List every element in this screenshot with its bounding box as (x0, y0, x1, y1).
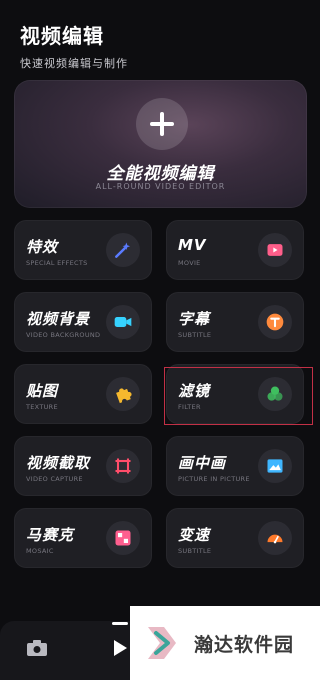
tile-speed[interactable]: 变速 SUBTITLE (166, 508, 304, 568)
magic-wand-icon (106, 233, 140, 267)
mosaic-icon (106, 521, 140, 555)
tile-label: 画中画 (178, 454, 227, 472)
tile-label: 特效 (26, 238, 59, 256)
tile-sublabel: VIDEO CAPTURE (26, 475, 83, 483)
tile-mosaic[interactable]: 马赛克 MOSAIC (14, 508, 152, 568)
tile-label: 变速 (178, 526, 211, 544)
crop-icon (106, 449, 140, 483)
tile-sublabel: SUBTITLE (178, 547, 212, 555)
tile-sublabel: PICTURE IN PICTURE (178, 475, 250, 483)
tile-sublabel: SPECIAL EFFECTS (26, 259, 88, 267)
tile-mv[interactable]: MV MOVIE (166, 220, 304, 280)
tile-label: 贴图 (26, 382, 59, 400)
tile-subtitle[interactable]: 字幕 SUBTITLE (166, 292, 304, 352)
tile-video-background[interactable]: 视频背景 VIDEO BACKGROUND (14, 292, 152, 352)
text-icon (258, 305, 292, 339)
hero-subtitle: ALL-ROUND VIDEO EDITOR (95, 182, 226, 191)
tile-sublabel: MOVIE (178, 259, 201, 267)
all-round-editor-card[interactable]: 全能视频编辑 ALL-ROUND VIDEO EDITOR (14, 80, 307, 208)
header: 视频编辑 快速视频编辑与制作 (20, 20, 128, 71)
watermark-text: 瀚达软件园 (194, 633, 295, 656)
camera-recorder-icon (106, 305, 140, 339)
tile-picture-in-picture[interactable]: 画中画 PICTURE IN PICTURE (166, 436, 304, 496)
tile-texture[interactable]: 贴图 TEXTURE (14, 364, 152, 424)
tile-sublabel: SUBTITLE (178, 331, 212, 339)
page-subtitle: 快速视频编辑与制作 (20, 57, 128, 70)
tile-special-effects[interactable]: 特效 SPECIAL EFFECTS (14, 220, 152, 280)
active-tab-indicator (112, 622, 128, 625)
video-play-icon (258, 233, 292, 267)
tile-sublabel: MOSAIC (26, 547, 54, 555)
tile-label: 视频截取 (26, 454, 91, 472)
tile-label: 字幕 (178, 310, 211, 328)
page-title: 视频编辑 (20, 24, 104, 48)
image-icon (258, 449, 292, 483)
speedometer-icon (258, 521, 292, 555)
tile-sublabel: VIDEO BACKGROUND (26, 331, 101, 339)
watermark-logo-icon (148, 627, 176, 659)
tile-label: 马赛克 (26, 526, 75, 544)
watermark: 瀚达软件园 (130, 606, 320, 680)
tile-video-capture[interactable]: 视频截取 VIDEO CAPTURE (14, 436, 152, 496)
tile-label: MV (178, 236, 207, 254)
selection-highlight (164, 367, 313, 425)
play-icon[interactable] (112, 639, 128, 657)
plus-icon[interactable] (136, 98, 188, 150)
tile-label: 视频背景 (26, 310, 91, 328)
tile-sublabel: TEXTURE (26, 403, 58, 411)
camera-icon[interactable] (26, 639, 48, 657)
hero-title: 全能视频编辑 (106, 164, 215, 184)
puzzle-icon (106, 377, 140, 411)
